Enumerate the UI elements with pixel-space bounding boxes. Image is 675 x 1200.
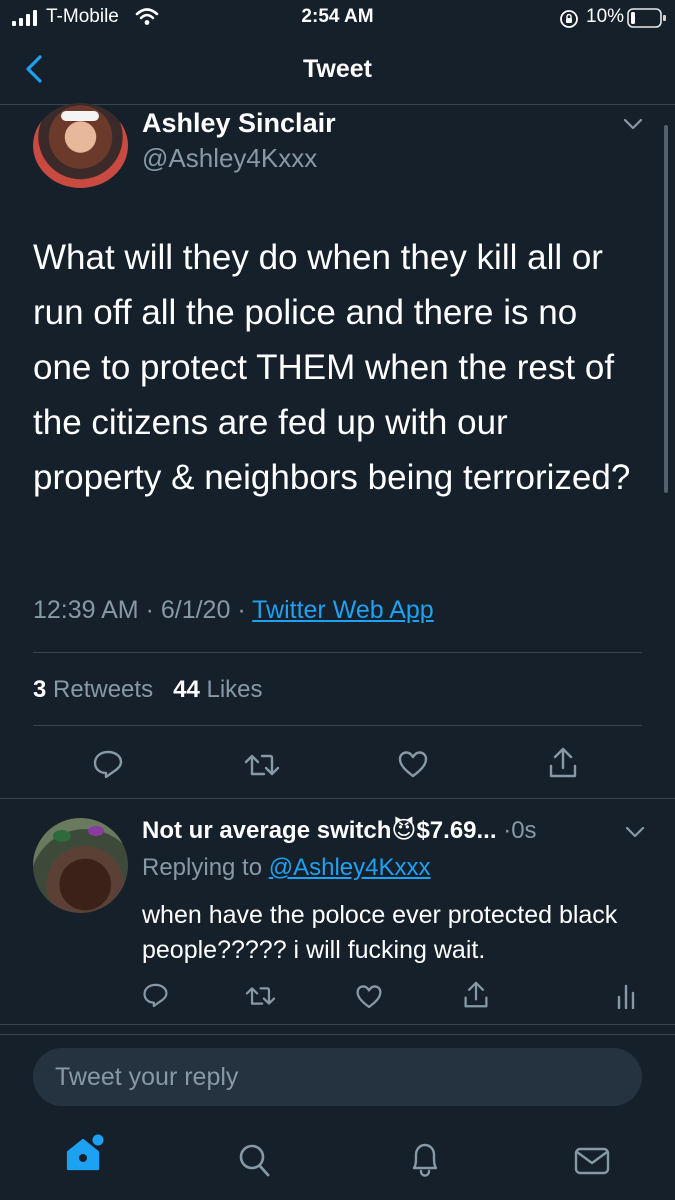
- likes-stat[interactable]: 44 Likes: [173, 676, 262, 703]
- search-icon: [239, 1144, 270, 1177]
- status-bar: T-Mobile 2:54 AM 10%: [0, 0, 675, 34]
- meta-divider: [33, 652, 642, 653]
- tweet-text: What will they do when they kill all or …: [33, 238, 631, 497]
- reply-divider: [0, 1024, 675, 1025]
- avatar-leaf: [88, 826, 104, 836]
- tweet-date: 6/1/20: [160, 596, 231, 624]
- replying-to: Replying to @Ashley4Kxxx: [142, 854, 431, 882]
- replying-to-label: Replying to: [142, 854, 263, 881]
- retweet-icon: [245, 987, 276, 1005]
- heart-icon: [398, 751, 428, 778]
- reply-author-avatar[interactable]: [33, 818, 128, 913]
- reply-share-button[interactable]: [463, 980, 489, 1010]
- meta-separator: ·: [230, 596, 253, 624]
- tweet-divider: [0, 798, 675, 799]
- nav-divider: [0, 104, 675, 105]
- reply-author-name-suffix: $7.69...: [416, 817, 497, 844]
- meta-separator: ·: [138, 596, 161, 624]
- tweet-stats: 3 Retweets 44 Likes: [33, 676, 263, 704]
- tab-home[interactable]: [64, 1133, 106, 1175]
- author-name[interactable]: Ashley Sinclair: [142, 108, 336, 139]
- chevron-down-icon: [623, 118, 643, 130]
- analytics-icon: [617, 984, 635, 1009]
- reply-icon: [93, 750, 123, 779]
- retweets-label: Retweets: [53, 676, 154, 703]
- reply-text: when have the poloce ever protected blac…: [142, 901, 618, 964]
- heart-icon: [356, 985, 382, 1009]
- scrollbar[interactable]: [664, 125, 668, 493]
- reply-options-button[interactable]: [624, 824, 646, 840]
- replying-to-handle[interactable]: @Ashley4Kxxx: [269, 854, 431, 881]
- sunglasses: [61, 111, 99, 121]
- tab-messages[interactable]: [574, 1146, 610, 1176]
- retweet-icon: [244, 754, 280, 776]
- author-handle[interactable]: @Ashley4Kxxx: [142, 143, 317, 174]
- chevron-down-icon: [625, 826, 645, 838]
- author-avatar[interactable]: [33, 103, 128, 188]
- reply-analytics-button[interactable]: [616, 983, 636, 1009]
- retweet-button[interactable]: [244, 752, 280, 778]
- like-button[interactable]: [397, 750, 429, 778]
- page-title: Tweet: [303, 55, 372, 83]
- share-icon: [464, 981, 488, 1008]
- tweet-time: 12:39 AM: [33, 596, 139, 624]
- reply-reply-button[interactable]: [142, 982, 169, 1008]
- devil-emoji: 😈: [391, 817, 417, 844]
- stats-divider: [33, 725, 642, 726]
- reply-author[interactable]: Not ur average switch😈$7.69... ·0s: [142, 816, 537, 845]
- home-icon: [66, 1134, 104, 1171]
- reply-compose-placeholder: Tweet your reply: [55, 1063, 239, 1091]
- tweet-source-link[interactable]: Twitter Web App: [252, 596, 434, 624]
- likes-label: Likes: [206, 676, 263, 703]
- battery-percent: 10%: [586, 6, 625, 27]
- reply-retweet-button[interactable]: [245, 985, 276, 1007]
- share-icon: [549, 747, 577, 778]
- tab-notifications[interactable]: [408, 1140, 442, 1178]
- reply-time: ·0s: [503, 817, 537, 844]
- tweet-options-button[interactable]: [622, 116, 644, 132]
- mail-icon: [574, 1147, 610, 1175]
- bell-icon: [412, 1143, 438, 1177]
- battery-icon: [627, 8, 667, 28]
- avatar-leaf: [53, 830, 71, 842]
- tab-search[interactable]: [237, 1142, 271, 1178]
- retweets-stat[interactable]: 3 Retweets: [33, 676, 153, 703]
- reply-icon: [143, 983, 168, 1008]
- orientation-lock-icon: [559, 9, 579, 29]
- reply-author-name: Not ur average switch: [142, 817, 392, 844]
- likes-count: 44: [173, 676, 200, 703]
- reply-button[interactable]: [92, 749, 124, 779]
- reply-divider-2: [0, 1034, 675, 1035]
- retweets-count: 3: [33, 676, 47, 703]
- share-button[interactable]: [548, 746, 578, 780]
- tweet-meta: 12:39 AM · 6/1/20 · Twitter Web App: [33, 596, 434, 625]
- reply-like-button[interactable]: [355, 984, 383, 1009]
